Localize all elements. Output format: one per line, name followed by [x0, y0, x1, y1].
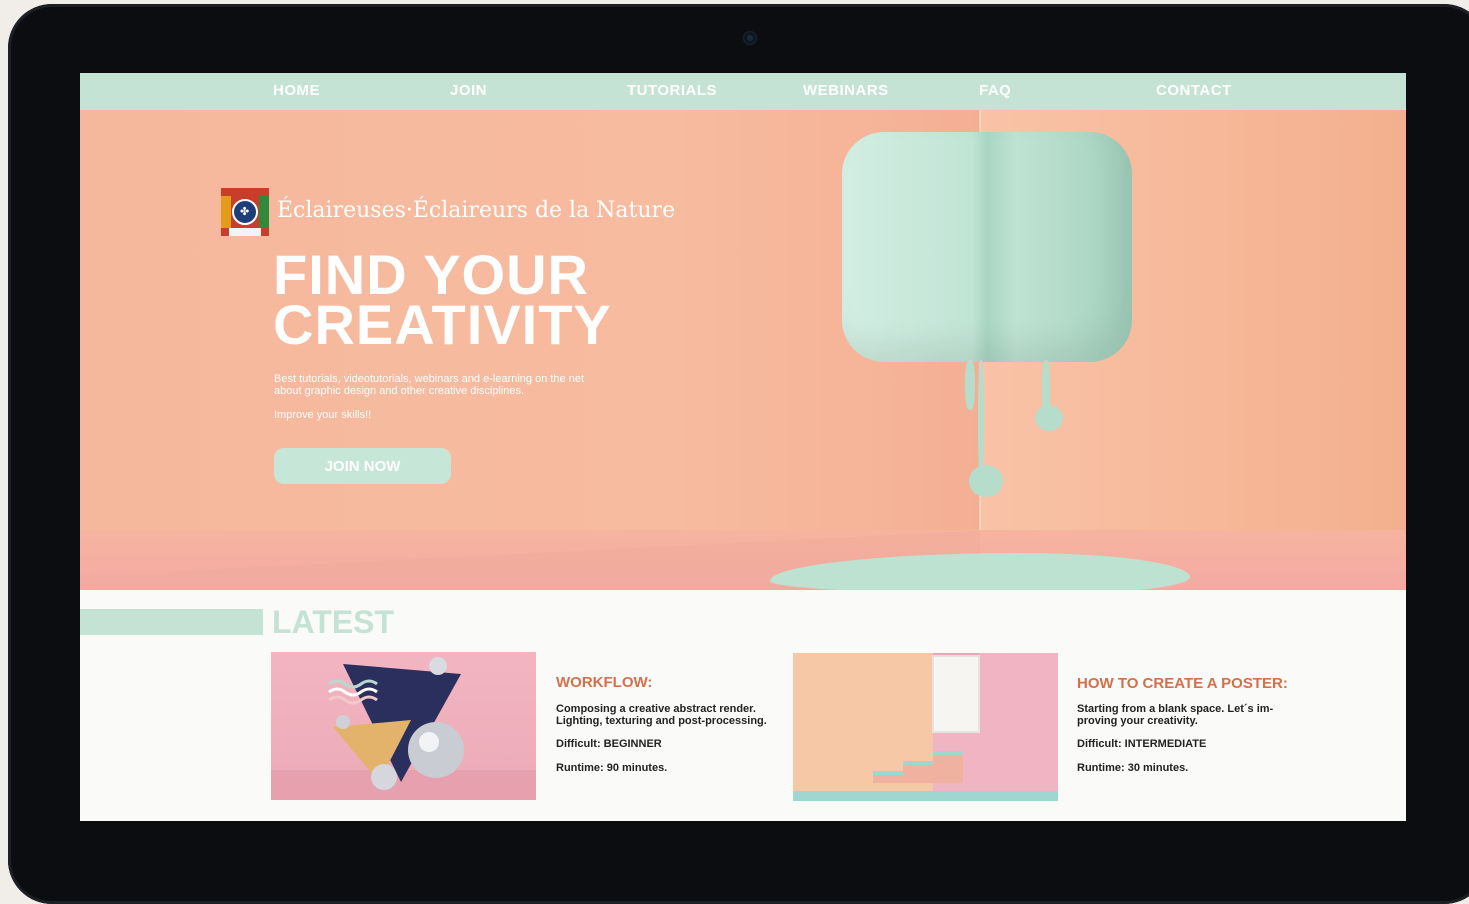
- brand-emblem-icon: ✤: [221, 188, 269, 236]
- workflow-title[interactable]: WORKFLOW:: [556, 674, 652, 691]
- latest-accent-bar: [80, 609, 263, 635]
- workflow-thumbnail[interactable]: [271, 652, 536, 800]
- nav-item-join[interactable]: JOIN: [450, 82, 487, 99]
- nav-item-webinars[interactable]: WEBINARS: [803, 82, 889, 99]
- nav-item-tutorials[interactable]: TUTORIALS: [627, 82, 717, 99]
- drip-image: [969, 465, 1003, 497]
- website-screen: HOME JOIN TUTORIALS WEBINARS FAQ CONTACT…: [80, 73, 1406, 821]
- hero-section: ✤ Éclaireuses·Éclaireurs de la Nature FI…: [80, 110, 1406, 590]
- workflow-difficulty: Difficult: BEGINNER: [556, 738, 662, 750]
- poster-title[interactable]: HOW TO CREATE A POSTER:: [1077, 675, 1288, 692]
- drip-image: [965, 360, 975, 410]
- latest-heading: LATEST: [272, 604, 395, 640]
- poster-runtime: Runtime: 30 minutes.: [1077, 762, 1189, 774]
- workflow-runtime: Runtime: 90 minutes.: [556, 762, 668, 774]
- hero-title: FIND YOUR CREATIVITY: [273, 247, 793, 353]
- brand-name: Éclaireuses·Éclaireurs de la Nature: [277, 198, 676, 223]
- hero-subtext: Improve your skills!!: [274, 409, 372, 421]
- nav-item-faq[interactable]: FAQ: [979, 82, 1011, 99]
- nav-item-home[interactable]: HOME: [273, 82, 320, 99]
- camera-icon: [744, 32, 756, 44]
- workflow-description: Composing a creative abstract render. Li…: [556, 703, 767, 727]
- poster-thumbnail[interactable]: [793, 653, 1058, 801]
- drip-image: [1035, 405, 1063, 431]
- poster-description: Starting from a blank space. Let´s im-pr…: [1077, 703, 1274, 727]
- melting-cube-image: [842, 132, 1132, 362]
- poster-difficulty: Difficult: INTERMEDIATE: [1077, 738, 1207, 750]
- top-nav: HOME JOIN TUTORIALS WEBINARS FAQ CONTACT: [80, 73, 1406, 110]
- nav-item-contact[interactable]: CONTACT: [1156, 82, 1232, 99]
- join-now-button[interactable]: JOIN NOW: [274, 448, 451, 484]
- drip-image: [978, 360, 984, 480]
- hero-title-line2: CREATIVITY: [273, 293, 612, 356]
- hero-description: Best tutorials, videotutorials, webinars…: [274, 373, 585, 397]
